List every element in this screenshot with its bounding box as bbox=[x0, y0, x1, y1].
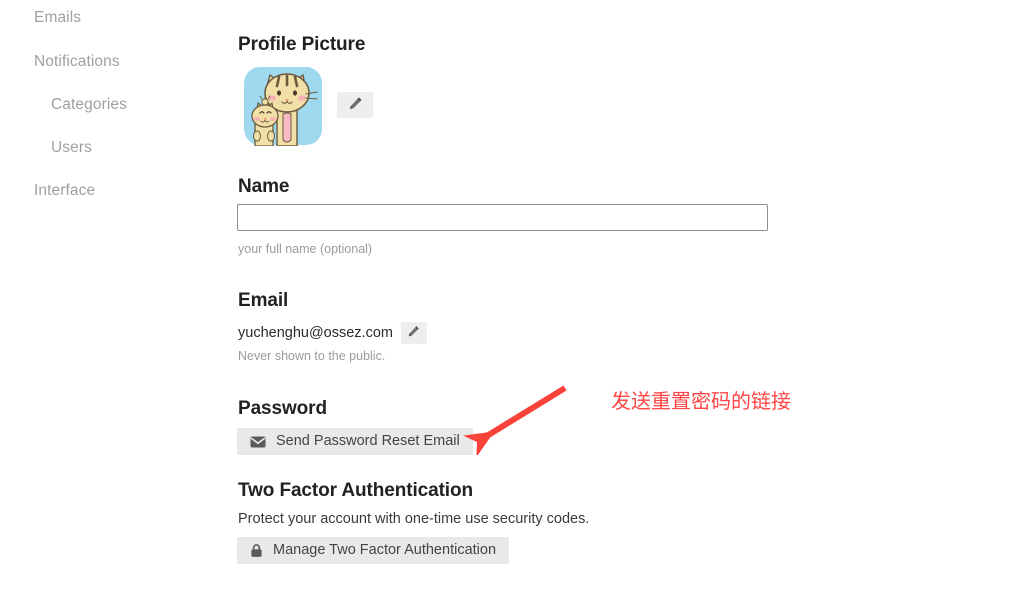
pencil-icon bbox=[407, 325, 420, 341]
send-password-reset-email-label: Send Password Reset Email bbox=[276, 433, 460, 450]
name-heading: Name bbox=[238, 176, 290, 197]
sidebar-item-users[interactable]: Users bbox=[0, 140, 92, 156]
name-helper-text: your full name (optional) bbox=[238, 242, 373, 256]
lock-icon bbox=[250, 543, 263, 558]
email-heading: Email bbox=[238, 290, 289, 311]
sidebar-item-notifications[interactable]: Notifications bbox=[0, 54, 120, 70]
sidebar-item-categories[interactable]: Categories bbox=[0, 97, 127, 113]
two-factor-heading: Two Factor Authentication bbox=[238, 480, 473, 501]
manage-two-factor-authentication-button[interactable]: Manage Two Factor Authentication bbox=[237, 537, 510, 564]
name-input[interactable] bbox=[237, 204, 768, 231]
envelope-icon bbox=[250, 436, 266, 448]
email-value: yuchenghu@ossez.com bbox=[238, 324, 393, 341]
profile-picture-row bbox=[243, 66, 623, 148]
edit-profile-picture-button[interactable] bbox=[337, 92, 373, 118]
main-content: Profile Picture Name your full name (opt… bbox=[237, 0, 1018, 601]
sidebar-item-interface[interactable]: Interface bbox=[0, 183, 95, 199]
email-helper-text: Never shown to the public. bbox=[238, 349, 386, 363]
account-preferences-page: Emails Notifications Categories Users In… bbox=[0, 0, 1018, 601]
sidebar-item-emails[interactable]: Emails bbox=[0, 10, 81, 26]
profile-picture-heading: Profile Picture bbox=[238, 34, 366, 55]
pencil-icon bbox=[348, 96, 363, 114]
password-heading: Password bbox=[238, 398, 327, 419]
sidebar: Emails Notifications Categories Users In… bbox=[0, 0, 237, 601]
two-factor-description: Protect your account with one-time use s… bbox=[238, 511, 590, 527]
edit-email-button[interactable] bbox=[400, 322, 427, 344]
manage-two-factor-authentication-label: Manage Two Factor Authentication bbox=[273, 542, 497, 559]
annotation-text: 发送重置密码的链接 bbox=[611, 389, 791, 413]
email-row: yuchenghu@ossez.com bbox=[238, 322, 427, 344]
avatar[interactable] bbox=[243, 66, 323, 146]
send-password-reset-email-button[interactable]: Send Password Reset Email bbox=[237, 428, 473, 455]
